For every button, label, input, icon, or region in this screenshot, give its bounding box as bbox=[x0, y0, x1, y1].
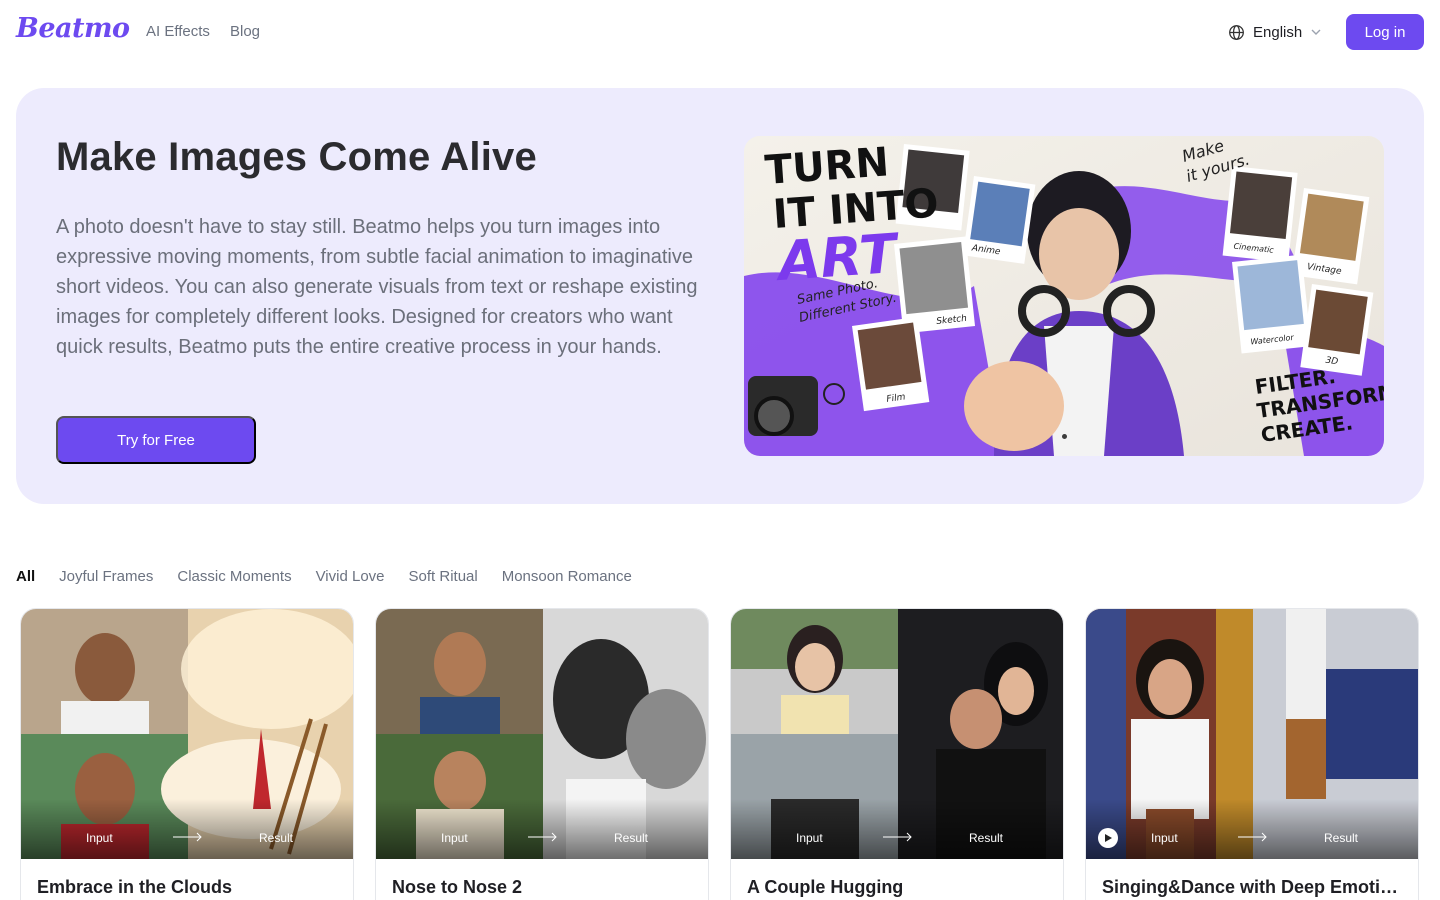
hero-title: Make Images Come Alive bbox=[56, 135, 537, 179]
card-title: A Couple Hugging bbox=[747, 877, 904, 897]
nav-ai-effects[interactable]: AI Effects bbox=[146, 23, 210, 40]
tab-monsoon-romance[interactable]: Monsoon Romance bbox=[502, 568, 632, 585]
input-label: Input bbox=[441, 831, 468, 845]
effect-filter-tabs: All Joyful Frames Classic Moments Vivid … bbox=[16, 568, 632, 585]
beatmo-logo[interactable]: Beatmo bbox=[16, 13, 130, 44]
result-label: Result bbox=[1324, 831, 1359, 845]
arrow-right-icon bbox=[173, 832, 202, 842]
tab-classic-moments[interactable]: Classic Moments bbox=[177, 568, 291, 585]
language-label: English bbox=[1253, 23, 1303, 41]
hero-section: Make Images Come Alive A photo doesn't h… bbox=[16, 88, 1424, 504]
card-title: Nose to Nose 2 bbox=[392, 877, 523, 897]
effect-card[interactable]: Input Result Singing&Dance with Deep Emo… bbox=[1085, 608, 1419, 900]
globe-icon bbox=[1228, 24, 1245, 41]
hero-banner-image: Anime Sketch Film Cinematic Vintage Wate… bbox=[744, 136, 1384, 456]
carousel-dot[interactable] bbox=[1062, 434, 1067, 439]
nav-blog[interactable]: Blog bbox=[230, 23, 260, 40]
arrow-right-icon bbox=[1238, 832, 1267, 842]
chevron-down-icon bbox=[1310, 26, 1322, 38]
effect-card[interactable]: Input Result A Couple Hugging bbox=[730, 608, 1064, 900]
arrow-right-icon bbox=[883, 832, 912, 842]
language-selector[interactable]: English bbox=[1228, 22, 1322, 42]
card-preview: Input Result bbox=[21, 609, 353, 859]
effect-card[interactable]: Input Result Embrace in the Clouds bbox=[20, 608, 354, 900]
input-label: Input bbox=[86, 831, 113, 845]
card-preview: Input Result bbox=[376, 609, 708, 859]
tab-joyful-frames[interactable]: Joyful Frames bbox=[59, 568, 153, 585]
top-bar: Beatmo AI Effects Blog English Log in bbox=[0, 0, 1440, 64]
banner-headline-art: ART bbox=[773, 222, 903, 294]
result-label: Result bbox=[969, 831, 1004, 845]
effect-card[interactable]: Input Result Nose to Nose 2 bbox=[375, 608, 709, 900]
try-for-free-button[interactable]: Try for Free bbox=[56, 416, 256, 464]
card-preview: Input Result bbox=[731, 609, 1063, 859]
result-label: Result bbox=[614, 831, 649, 845]
arrow-right-icon bbox=[528, 832, 557, 842]
login-button[interactable]: Log in bbox=[1346, 14, 1424, 50]
result-label: Result bbox=[259, 831, 294, 845]
tab-soft-ritual[interactable]: Soft Ritual bbox=[409, 568, 478, 585]
tab-all[interactable]: All bbox=[16, 568, 35, 585]
play-icon[interactable] bbox=[1098, 828, 1118, 848]
card-preview: Input Result bbox=[1086, 609, 1418, 859]
input-label: Input bbox=[796, 831, 823, 845]
tab-vivid-love[interactable]: Vivid Love bbox=[316, 568, 385, 585]
hero-description: A photo doesn't have to stay still. Beat… bbox=[56, 216, 698, 358]
card-title: Embrace in the Clouds bbox=[37, 877, 233, 897]
card-title: Singing&Dance with Deep Emoti… bbox=[1102, 877, 1399, 897]
input-label: Input bbox=[1151, 831, 1178, 845]
